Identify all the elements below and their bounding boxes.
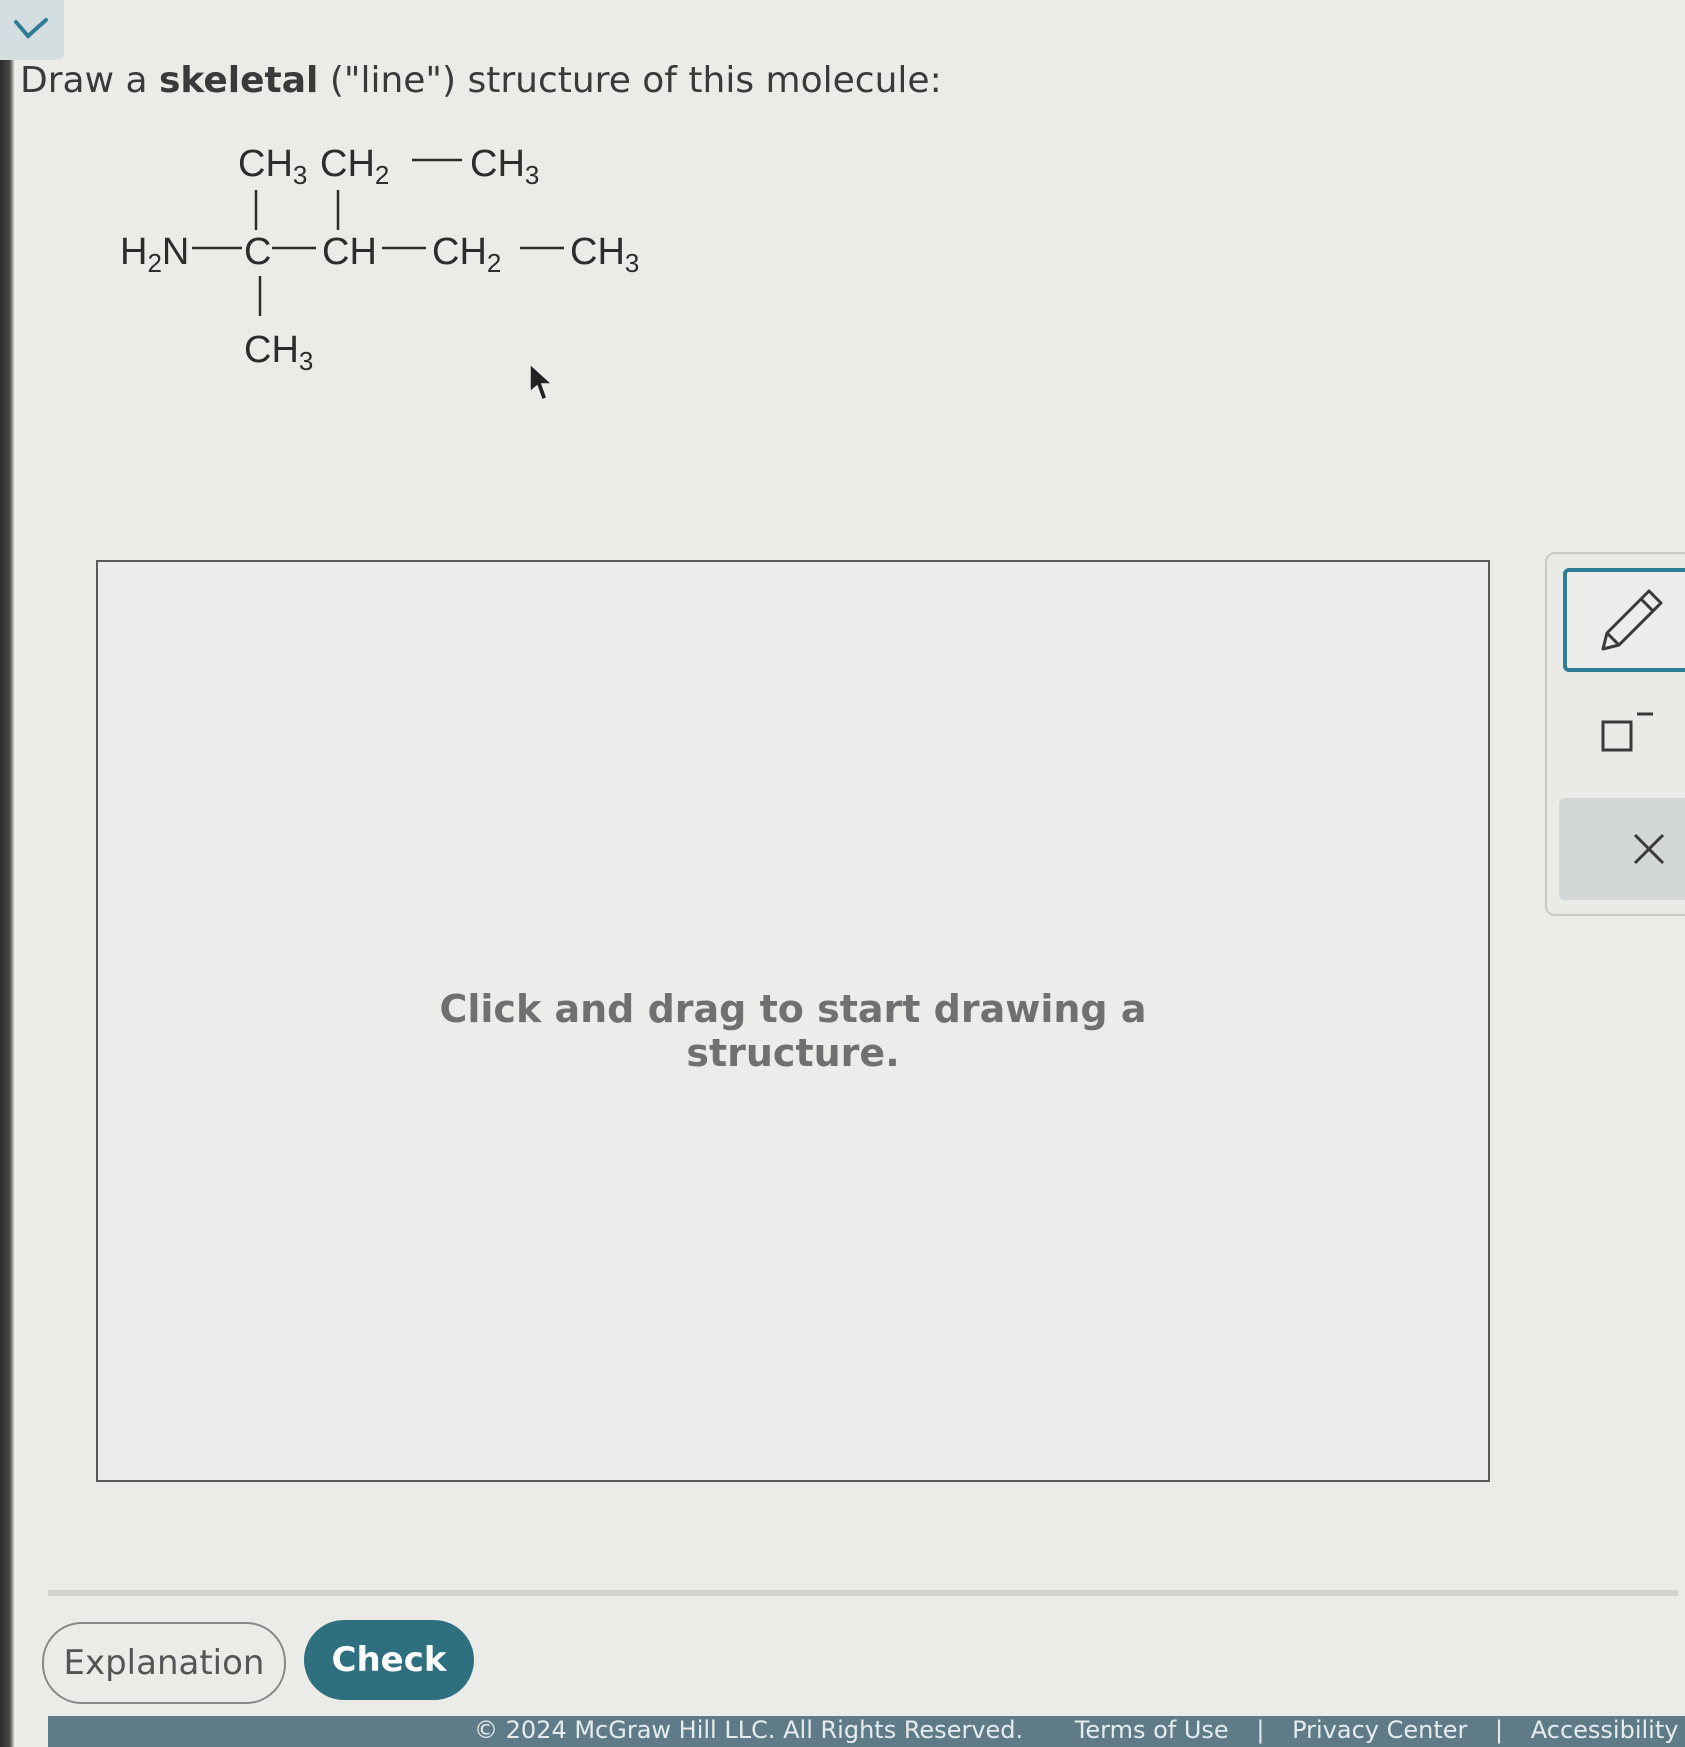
ch3-top-right-label: CH3 bbox=[470, 143, 539, 190]
screen-bezel bbox=[0, 0, 14, 1747]
quaternary-c-label: C bbox=[244, 231, 271, 273]
pencil-icon bbox=[1601, 589, 1663, 651]
ch-label: CH bbox=[322, 231, 377, 273]
mouse-cursor-icon bbox=[529, 362, 554, 401]
accessibility-link[interactable]: Accessibility bbox=[1531, 1716, 1679, 1744]
privacy-link[interactable]: Privacy Center bbox=[1292, 1716, 1467, 1744]
ch3-end-label: CH3 bbox=[570, 231, 639, 278]
footer-separator: | bbox=[1256, 1716, 1265, 1744]
ch2-main-label: CH2 bbox=[432, 231, 501, 278]
condensed-structure: CH3 CH2 CH3 H2N C CH CH2 CH3 CH3 bbox=[120, 140, 740, 400]
drawing-canvas[interactable]: Click and drag to start drawing a struct… bbox=[96, 560, 1490, 1482]
canvas-hint-line2: structure. bbox=[686, 1031, 900, 1075]
ch2-top-label: CH2 bbox=[320, 143, 389, 190]
charge-tool-button[interactable] bbox=[1597, 704, 1657, 764]
footer-separator: | bbox=[1495, 1716, 1504, 1744]
question-prompt: Draw a skeletal ("line") structure of th… bbox=[20, 60, 942, 101]
collapse-toggle[interactable] bbox=[0, 0, 64, 60]
canvas-hint: Click and drag to start drawing a struct… bbox=[98, 987, 1488, 1075]
clear-tool-button[interactable] bbox=[1559, 798, 1685, 900]
section-divider bbox=[48, 1590, 1678, 1596]
prompt-suffix: ("line") structure of this molecule: bbox=[318, 60, 942, 101]
chevron-down-icon bbox=[14, 18, 48, 39]
ch3-bottom-label: CH3 bbox=[244, 329, 313, 376]
explanation-button[interactable]: Explanation bbox=[42, 1622, 286, 1704]
amine-label: H2N bbox=[120, 231, 189, 278]
charge-icon bbox=[1601, 712, 1653, 752]
drawing-toolbar bbox=[1545, 552, 1685, 916]
ch3-top-label: CH3 bbox=[238, 143, 307, 190]
close-icon bbox=[1633, 833, 1665, 865]
prompt-bold-term: skeletal bbox=[158, 60, 319, 101]
page-footer: © 2024 McGraw Hill LLC. All Rights Reser… bbox=[48, 1716, 1685, 1747]
copyright-text: © 2024 McGraw Hill LLC. All Rights Reser… bbox=[474, 1716, 1024, 1744]
prompt-prefix: Draw a bbox=[20, 60, 159, 101]
pencil-tool-button[interactable] bbox=[1563, 568, 1685, 672]
canvas-hint-line1: Click and drag to start drawing a bbox=[439, 987, 1147, 1031]
check-button[interactable]: Check bbox=[304, 1620, 474, 1700]
terms-link[interactable]: Terms of Use bbox=[1075, 1716, 1229, 1744]
